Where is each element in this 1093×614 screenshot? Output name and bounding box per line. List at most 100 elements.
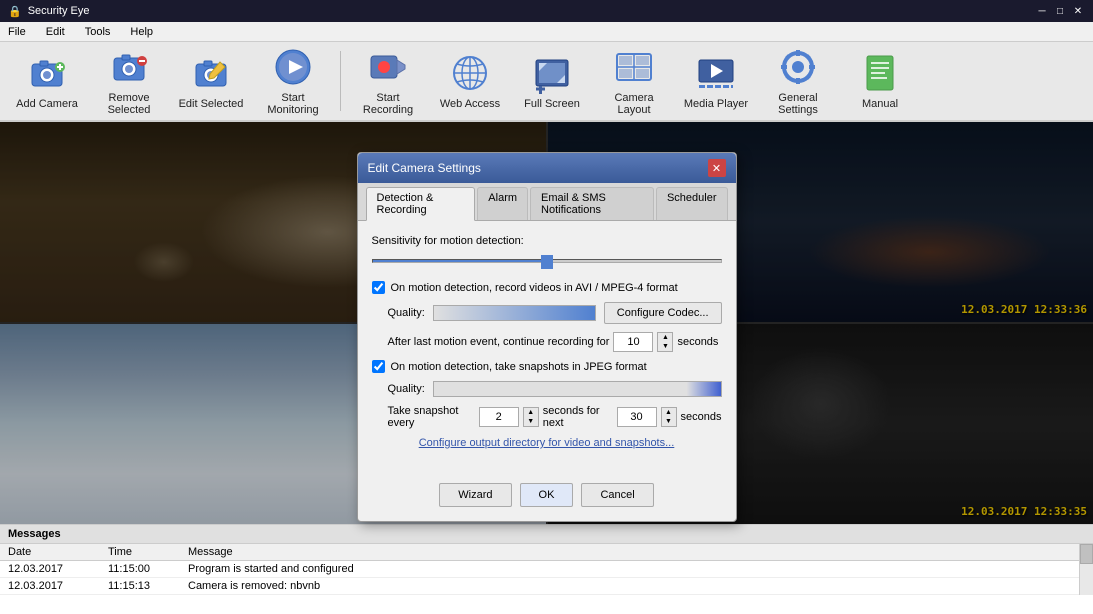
snapshot-up[interactable]: ▲ xyxy=(524,408,538,417)
add-camera-icon xyxy=(26,52,68,94)
close-button[interactable]: ✕ xyxy=(1071,4,1085,18)
tab-email-sms[interactable]: Email & SMS Notifications xyxy=(530,187,654,220)
row2-message: Camera is removed: nbvnb xyxy=(180,578,1093,595)
after-motion-spinbtns[interactable]: ▲ ▼ xyxy=(657,332,673,352)
modal-footer: Wizard OK Cancel xyxy=(358,475,736,521)
modal-overlay: Edit Camera Settings ✕ Detection & Recor… xyxy=(0,122,1093,524)
add-camera-label: Add Camera xyxy=(16,98,78,110)
general-settings-button[interactable]: General Settings xyxy=(759,45,837,117)
after-motion-spin-down[interactable]: ▼ xyxy=(658,342,672,351)
quality-track-video[interactable] xyxy=(433,305,596,321)
full-screen-button[interactable]: Full Screen xyxy=(513,45,591,117)
modal-tabs: Detection & Recording Alarm Email & SMS … xyxy=(358,183,736,221)
manual-button[interactable]: Manual xyxy=(841,45,919,117)
snapshot-next-spinbtns[interactable]: ▲ ▼ xyxy=(661,407,677,427)
main-area: 12.03.2017 12:33:3 12.03.2017 12:33:36 1… xyxy=(0,122,1093,524)
quality-row-video: Quality: Configure Codec... xyxy=(388,302,722,324)
sensitivity-slider[interactable] xyxy=(372,251,722,271)
col-date: Date xyxy=(0,544,100,561)
full-screen-label: Full Screen xyxy=(524,98,580,110)
general-settings-icon xyxy=(777,46,819,88)
menu-bar: File Edit Tools Help xyxy=(0,22,1093,42)
snapshot-interval-spinbtns[interactable]: ▲ ▼ xyxy=(523,407,539,427)
scrollbar-thumb[interactable] xyxy=(1080,544,1093,564)
start-recording-label: Start Recording xyxy=(354,92,422,116)
record-video-checkbox[interactable] xyxy=(372,281,385,294)
edit-selected-icon xyxy=(190,52,232,94)
media-player-button[interactable]: Media Player xyxy=(677,45,755,117)
modal-title: Edit Camera Settings xyxy=(368,161,481,175)
cancel-button[interactable]: Cancel xyxy=(581,483,653,507)
record-video-label: On motion detection, record videos in AV… xyxy=(391,282,678,294)
snapshot-checkbox[interactable] xyxy=(372,360,385,373)
start-recording-button[interactable]: Start Recording xyxy=(349,45,427,117)
snapshot-seconds-label: seconds xyxy=(681,411,722,423)
add-camera-button[interactable]: Add Camera xyxy=(8,45,86,117)
manual-icon xyxy=(859,52,901,94)
row2-date: 12.03.2017 xyxy=(0,578,100,595)
start-recording-icon xyxy=(367,46,409,88)
snapshot-down[interactable]: ▼ xyxy=(524,417,538,426)
quality-label-snapshot: Quality: xyxy=(388,383,425,395)
row1-time: 11:15:00 xyxy=(100,561,180,578)
snapshot-interval-input[interactable] xyxy=(479,407,519,427)
tab-detection-recording[interactable]: Detection & Recording xyxy=(366,187,476,221)
quality-track-snapshot[interactable] xyxy=(433,381,722,397)
web-access-label: Web Access xyxy=(440,98,500,110)
configure-codec-button[interactable]: Configure Codec... xyxy=(604,302,722,324)
app-title: Security Eye xyxy=(28,5,90,17)
maximize-button[interactable]: □ xyxy=(1053,4,1067,18)
edit-selected-button[interactable]: Edit Selected xyxy=(172,45,250,117)
row2-time: 11:15:13 xyxy=(100,578,180,595)
menu-file[interactable]: File xyxy=(4,24,30,40)
tab-alarm[interactable]: Alarm xyxy=(477,187,528,220)
menu-tools[interactable]: Tools xyxy=(81,24,115,40)
snapshot-next-input[interactable] xyxy=(617,407,657,427)
take-snapshot-label: Take snapshot every xyxy=(388,405,475,429)
start-monitoring-icon xyxy=(272,46,314,88)
after-motion-label: After last motion event, continue record… xyxy=(388,336,610,348)
remove-selected-button[interactable]: Remove Selected xyxy=(90,45,168,117)
col-message: Message xyxy=(180,544,1093,561)
title-bar: 🔒 Security Eye ─ □ ✕ xyxy=(0,0,1093,22)
snapshot-next-up[interactable]: ▲ xyxy=(662,408,676,417)
configure-output-link[interactable]: Configure output directory for video and… xyxy=(372,437,722,449)
slider-fill xyxy=(373,260,547,262)
messages-table: Date Time Message 12.03.2017 11:15:00 Pr… xyxy=(0,544,1093,595)
menu-edit[interactable]: Edit xyxy=(42,24,69,40)
camera-layout-button[interactable]: Camera Layout xyxy=(595,45,673,117)
title-bar-controls: ─ □ ✕ xyxy=(1035,4,1085,18)
quality-label-video: Quality: xyxy=(388,307,425,319)
after-motion-input[interactable] xyxy=(613,332,653,352)
col-time: Time xyxy=(100,544,180,561)
web-access-button[interactable]: Web Access xyxy=(431,45,509,117)
table-row: 12.03.2017 11:15:00 Program is started a… xyxy=(0,561,1093,578)
wizard-button[interactable]: Wizard xyxy=(439,483,511,507)
slider-track xyxy=(372,259,722,263)
slider-thumb[interactable] xyxy=(541,255,553,269)
table-row: 12.03.2017 11:15:13 Camera is removed: n… xyxy=(0,578,1093,595)
snapshot-interval-row: Take snapshot every ▲ ▼ seconds for next… xyxy=(388,405,722,429)
modal-close-button[interactable]: ✕ xyxy=(708,159,726,177)
messages-tbody: 12.03.2017 11:15:00 Program is started a… xyxy=(0,561,1093,595)
ok-button[interactable]: OK xyxy=(520,483,574,507)
minimize-button[interactable]: ─ xyxy=(1035,4,1049,18)
start-monitoring-label: Start Monitoring xyxy=(259,92,327,116)
title-bar-left: 🔒 Security Eye xyxy=(8,5,89,18)
web-access-icon xyxy=(449,52,491,94)
modal-title-bar: Edit Camera Settings ✕ xyxy=(358,153,736,183)
modal-body: Sensitivity for motion detection: On mot… xyxy=(358,221,736,475)
menu-help[interactable]: Help xyxy=(126,24,157,40)
remove-selected-icon xyxy=(108,46,150,88)
snapshot-row: On motion detection, take snapshots in J… xyxy=(372,360,722,373)
remove-selected-label: Remove Selected xyxy=(95,92,163,116)
edit-camera-settings-modal: Edit Camera Settings ✕ Detection & Recor… xyxy=(357,152,737,522)
after-motion-spin-up[interactable]: ▲ xyxy=(658,333,672,342)
start-monitoring-button[interactable]: Start Monitoring xyxy=(254,45,332,117)
app-icon: 🔒 xyxy=(8,5,22,18)
after-motion-row: After last motion event, continue record… xyxy=(388,332,722,352)
sensitivity-label: Sensitivity for motion detection: xyxy=(372,235,722,247)
tab-scheduler[interactable]: Scheduler xyxy=(656,187,728,220)
snapshot-next-down[interactable]: ▼ xyxy=(662,417,676,426)
messages-scrollbar[interactable] xyxy=(1079,544,1093,595)
